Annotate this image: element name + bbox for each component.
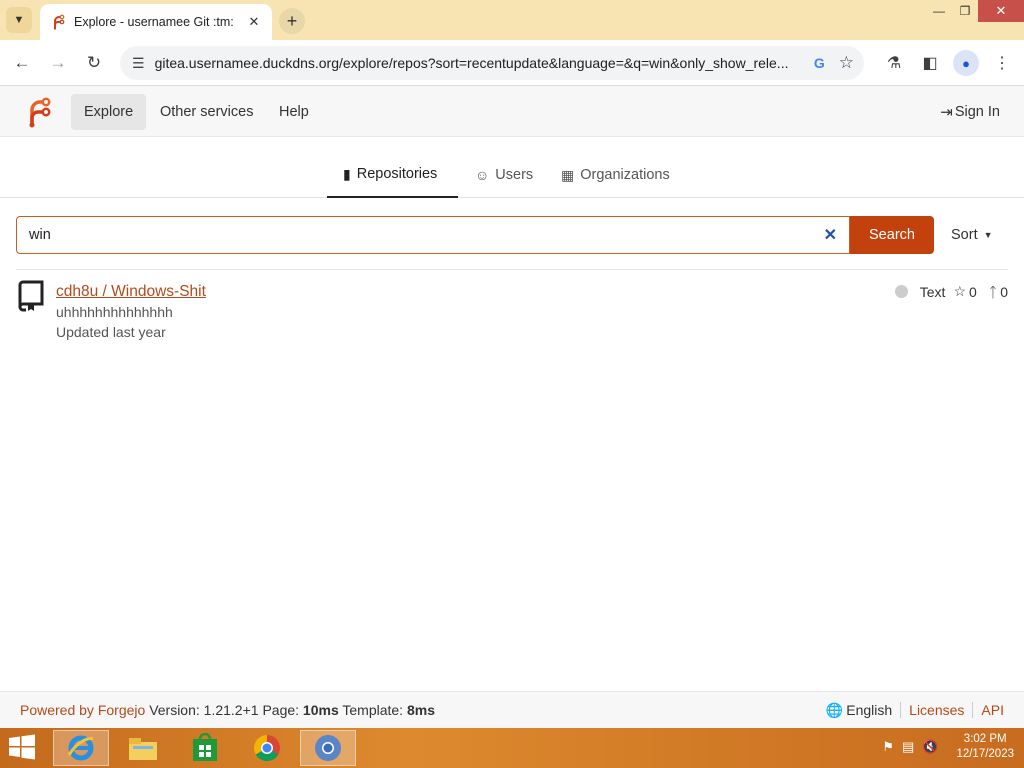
tab-organizations[interactable]: ▦ Organizations <box>545 152 686 198</box>
tab-repositories[interactable]: ▮ Repositories <box>327 152 458 198</box>
clock-date: 12/17/2023 <box>956 748 1014 760</box>
explore-tabs: ▮ Repositories ☺ Users ▦ Organizations <box>0 152 1024 198</box>
nav-explore[interactable]: Explore <box>71 94 147 130</box>
close-icon[interactable]: ✕ <box>246 14 262 30</box>
labs-flask-icon[interactable]: ⚗ <box>881 50 907 76</box>
api-link[interactable]: API <box>981 702 1004 718</box>
globe-icon: 🌐 <box>825 701 844 718</box>
footer-template-time: 8ms <box>406 702 435 718</box>
language-color-dot <box>894 285 908 298</box>
address-bar[interactable]: ☰ gitea.usernamee.duckdns.org/explore/re… <box>120 46 864 80</box>
tab-repositories-label: Repositories <box>356 166 438 182</box>
tab-users[interactable]: ☺ Users <box>459 152 549 198</box>
system-clock[interactable]: 3:02 PM 12/17/2023 <box>956 732 1014 762</box>
browser-tabstrip: ▼ Explore - usernamee Git :tm: ✕ + — ❐ ✕ <box>0 0 1024 40</box>
file-explorer-icon[interactable] <box>115 730 171 766</box>
sign-in-link[interactable]: ⇥ Sign In <box>940 94 1000 130</box>
caret-down-icon: ▼ <box>983 230 993 240</box>
repo-meta: Text ☆ 0 ᛏ 0 <box>894 283 1008 300</box>
more-menu-icon[interactable]: ⋮ <box>989 50 1015 76</box>
sort-dropdown[interactable]: Sort ▼ <box>951 216 993 254</box>
repo-icon <box>18 280 46 312</box>
footer-info: Powered by Forgejo Version: 1.21.2+1 Pag… <box>20 702 826 718</box>
powered-by-link[interactable]: Powered by Forgejo <box>20 702 145 718</box>
divider <box>16 269 1008 270</box>
repo-list-item: cdh8u / Windows-Shit uhhhhhhhhhhhhhh Upd… <box>16 276 1008 346</box>
repo-language: Text <box>919 283 946 300</box>
tab-title: Explore - usernamee Git :tm: <box>74 15 234 29</box>
nav-help[interactable]: Help <box>266 94 322 130</box>
volume-muted-icon[interactable]: 🔇 <box>922 739 938 755</box>
search-input[interactable] <box>29 227 824 243</box>
footer-links: 🌐 English Licenses API <box>826 702 1004 719</box>
site-footer: Powered by Forgejo Version: 1.21.2+1 Pag… <box>0 691 1024 728</box>
windows-taskbar: ⚑ ▤ 🔇 3:02 PM 12/17/2023 <box>0 728 1024 768</box>
google-lens-icon[interactable]: G <box>814 55 825 71</box>
window-close-icon[interactable]: ✕ <box>978 0 1024 22</box>
tab-organizations-label: Organizations <box>580 167 670 183</box>
repo-forks: 0 <box>1000 283 1008 300</box>
footer-template-label: Template: <box>342 702 404 718</box>
minimize-icon[interactable]: — <box>926 0 952 22</box>
browser-tab-active[interactable]: Explore - usernamee Git :tm: ✕ <box>40 4 272 40</box>
separator <box>972 702 974 718</box>
window-controls: — ❐ ✕ <box>926 0 1024 22</box>
fork-icon: ᛏ <box>988 283 998 300</box>
repo-icon: ▮ <box>343 165 351 182</box>
sign-in-icon: ⇥ <box>940 104 953 121</box>
sort-label: Sort <box>951 227 978 243</box>
chrome-icon[interactable] <box>239 730 295 766</box>
separator <box>900 702 902 718</box>
footer-version: Version: 1.21.2+1 Page: <box>149 702 300 718</box>
clear-icon[interactable]: ✕ <box>824 225 837 245</box>
nav-other-services[interactable]: Other services <box>147 94 266 130</box>
chevron-down-icon: ▼ <box>13 14 25 26</box>
tab-users-label: Users <box>495 167 534 183</box>
forgejo-logo-icon[interactable] <box>24 96 52 128</box>
search-row: ✕ Search Sort ▼ <box>16 216 1008 254</box>
clock-time: 3:02 PM <box>963 733 1007 745</box>
address-url: gitea.usernamee.duckdns.org/explore/repo… <box>154 55 789 71</box>
chromium-icon[interactable] <box>300 730 356 766</box>
network-icon[interactable]: ▤ <box>902 739 914 755</box>
licenses-link[interactable]: Licenses <box>909 702 964 718</box>
search-field: ✕ <box>16 216 850 254</box>
organization-icon: ▦ <box>561 166 575 183</box>
system-tray: ⚑ ▤ 🔇 3:02 PM 12/17/2023 <box>882 732 1014 762</box>
forward-arrow-icon[interactable]: → <box>45 50 71 76</box>
profile-avatar-icon[interactable]: ● <box>953 50 979 76</box>
back-arrow-icon[interactable]: ← <box>9 50 35 76</box>
restore-icon[interactable]: ❐ <box>952 0 978 22</box>
language-selector[interactable]: English <box>846 702 892 718</box>
repo-stars: 0 <box>969 283 977 300</box>
reload-icon[interactable]: ↻ <box>81 50 107 76</box>
site-header: Explore Other services Help ⇥ Sign In <box>0 86 1024 137</box>
repo-description: uhhhhhhhhhhhhhh <box>56 304 173 320</box>
side-panel-icon[interactable]: ◧ <box>917 50 943 76</box>
sign-in-label: Sign In <box>954 104 1000 120</box>
user-icon: ☺ <box>475 167 490 183</box>
site-info-icon[interactable]: ☰ <box>132 55 145 72</box>
browser-toolbar: ← → ↻ ☰ gitea.usernamee.duckdns.org/expl… <box>0 40 1024 86</box>
internet-explorer-icon[interactable] <box>53 730 109 766</box>
search-button[interactable]: Search <box>850 216 934 254</box>
store-icon[interactable] <box>177 730 233 766</box>
new-tab-button[interactable]: + <box>279 8 305 34</box>
forgejo-favicon-icon <box>50 14 66 30</box>
windows-start-icon[interactable] <box>8 734 40 762</box>
action-center-flag-icon[interactable]: ⚑ <box>882 739 894 755</box>
repo-updated: Updated last year <box>56 324 166 340</box>
footer-page-time: 10ms <box>302 702 339 718</box>
star-icon: ☆ <box>953 283 966 299</box>
repo-link[interactable]: cdh8u / Windows-Shit <box>56 283 206 301</box>
bookmark-star-icon[interactable]: ☆ <box>839 53 854 73</box>
tab-search-button[interactable]: ▼ <box>6 7 32 33</box>
